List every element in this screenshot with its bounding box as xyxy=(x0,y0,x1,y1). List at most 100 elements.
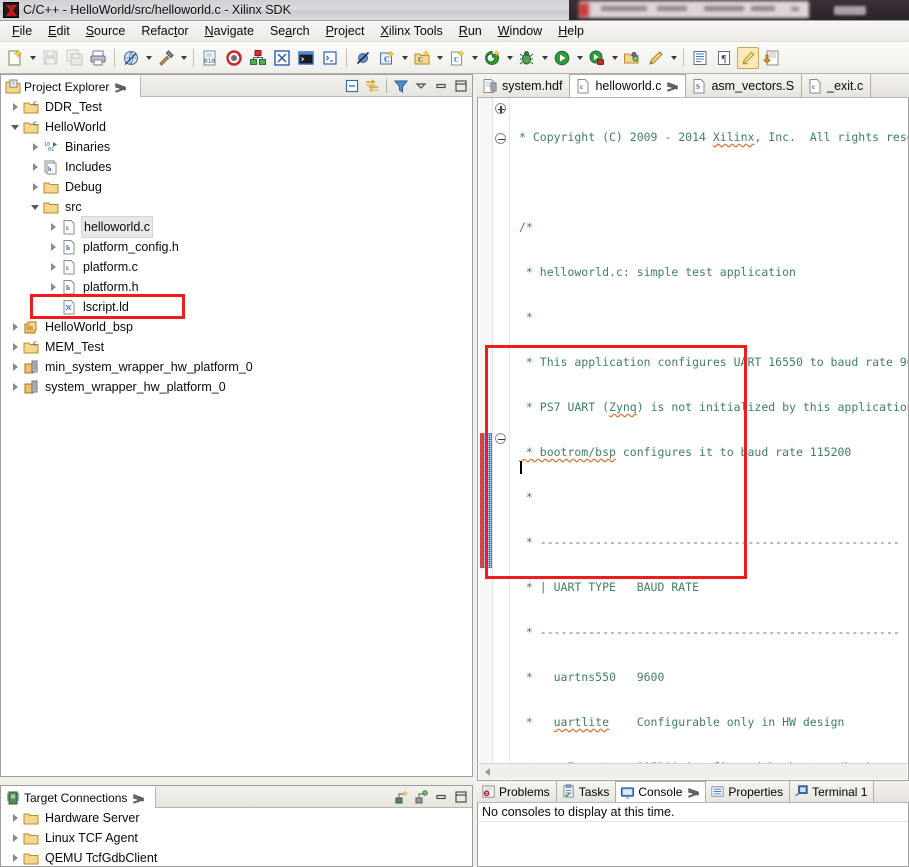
close-icon[interactable] xyxy=(115,82,126,93)
expand-arrow-icon[interactable] xyxy=(7,848,23,866)
connection-props-icon[interactable] xyxy=(412,788,430,806)
debug-green-icon[interactable] xyxy=(481,47,503,69)
build-all-dropdown-icon[interactable] xyxy=(143,47,154,69)
maximize-icon[interactable] xyxy=(452,788,470,806)
tree-item-qemu-tcfgdbclient[interactable]: QEMU TcfGdbClient xyxy=(1,848,472,866)
new-c-file-dropdown-icon[interactable] xyxy=(469,47,480,69)
profile-icon[interactable] xyxy=(586,47,608,69)
target-connections-tree[interactable]: Hardware Server Linux TCF Agent xyxy=(1,808,472,866)
new-c-folder-dropdown-icon[interactable] xyxy=(434,47,445,69)
skip-breakpoints-icon[interactable] xyxy=(352,47,374,69)
new-c-file-icon[interactable]: C xyxy=(446,47,468,69)
regenerate-bsp-icon[interactable] xyxy=(223,47,245,69)
expand-arrow-icon[interactable] xyxy=(45,277,61,297)
tab-target-connections[interactable]: Target Connections xyxy=(1,786,156,808)
program-fpga-icon[interactable]: 010 xyxy=(199,47,221,69)
tree-item-min-system-wrapper-hw-platform-0[interactable]: min_system_wrapper_hw_platform_0 xyxy=(1,357,472,377)
pencil-icon[interactable] xyxy=(645,47,667,69)
tree-item-src[interactable]: src xyxy=(1,197,472,217)
editor-tab-helloworld-c[interactable]: c helloworld.c xyxy=(570,74,686,97)
save-down-icon[interactable] xyxy=(761,47,783,69)
menu-refactor[interactable]: Refactor xyxy=(133,22,196,40)
tree-item-helloworld-bsp[interactable]: HelloWorld_bsp xyxy=(1,317,472,337)
code-text[interactable]: * Copyright (C) 2009 - 2014 Xilinx, Inc.… xyxy=(511,98,908,780)
boot-image-icon[interactable] xyxy=(247,47,269,69)
expand-arrow-icon[interactable] xyxy=(27,177,43,197)
tree-item-debug[interactable]: Debug xyxy=(1,177,472,197)
tree-item-binaries[interactable]: 10 01 Binaries xyxy=(1,137,472,157)
console-tab-console[interactable]: Console xyxy=(616,781,706,802)
console-tab-properties[interactable]: Properties xyxy=(706,781,790,802)
run-dropdown-icon[interactable] xyxy=(574,47,585,69)
tree-item-hardware-server[interactable]: Hardware Server xyxy=(1,808,472,828)
chevron-down-icon[interactable] xyxy=(412,77,430,95)
pencil-dropdown-icon[interactable] xyxy=(668,47,679,69)
outline-icon[interactable] xyxy=(689,47,711,69)
console-tab-tasks[interactable]: Tasks xyxy=(557,781,617,802)
tree-item-ddr-test[interactable]: C DDR_Test xyxy=(1,97,472,117)
bug-dropdown-icon[interactable] xyxy=(539,47,550,69)
menu-run[interactable]: Run xyxy=(451,22,490,40)
fold-collapse-icon[interactable] xyxy=(495,133,506,144)
close-icon[interactable] xyxy=(667,81,678,92)
new-c-project-dropdown-icon[interactable] xyxy=(399,47,410,69)
save-icon[interactable] xyxy=(39,47,61,69)
menu-xilinx-tools[interactable]: Xilinx Tools xyxy=(372,22,450,40)
editor-body[interactable]: * Copyright (C) 2009 - 2014 Xilinx, Inc.… xyxy=(477,98,909,781)
marker-icon[interactable] xyxy=(737,47,759,69)
scroll-left-icon[interactable] xyxy=(479,764,495,780)
xilinx-x-icon[interactable] xyxy=(271,47,293,69)
hammer-dropdown-icon[interactable] xyxy=(178,47,189,69)
menu-edit[interactable]: Edit xyxy=(40,22,78,40)
pilcrow-icon[interactable]: ¶ xyxy=(713,47,735,69)
expand-arrow-icon[interactable] xyxy=(7,97,23,117)
tree-item-mem-test[interactable]: C MEM_Test xyxy=(1,337,472,357)
menu-project[interactable]: Project xyxy=(318,22,373,40)
fold-expand-icon[interactable] xyxy=(495,103,506,114)
build-all-icon[interactable] xyxy=(120,47,142,69)
expand-arrow-icon[interactable] xyxy=(7,337,23,357)
tree-item-linux-tcf-agent[interactable]: Linux TCF Agent xyxy=(1,828,472,848)
tree-item-system-wrapper-hw-platform-0[interactable]: system_wrapper_hw_platform_0 xyxy=(1,377,472,397)
expand-arrow-icon[interactable] xyxy=(7,357,23,377)
editor-tab-asm-vectors-s[interactable]: S asm_vectors.S xyxy=(686,74,802,97)
menu-window[interactable]: Window xyxy=(490,22,550,40)
minimize-icon[interactable] xyxy=(432,788,450,806)
save-all-icon[interactable] xyxy=(63,47,85,69)
tab-project-explorer[interactable]: Project Explorer xyxy=(1,75,141,97)
expand-arrow-icon[interactable] xyxy=(45,237,61,257)
collapse-all-icon[interactable] xyxy=(343,77,361,95)
editor-horizontal-scrollbar[interactable] xyxy=(479,763,907,779)
menu-source[interactable]: Source xyxy=(78,22,134,40)
tree-item-platform-h[interactable]: h platform.h xyxy=(1,277,472,297)
hammer-icon[interactable] xyxy=(155,47,177,69)
close-icon[interactable] xyxy=(688,787,699,798)
new-file-dropdown-icon[interactable] xyxy=(27,47,38,69)
new-c-folder-icon[interactable]: C xyxy=(411,47,433,69)
menu-file[interactable]: FFileile xyxy=(4,22,40,40)
console-tab-terminal-1[interactable]: Terminal 1 xyxy=(790,781,874,802)
collapse-arrow-icon[interactable] xyxy=(27,197,43,217)
link-editor-icon[interactable] xyxy=(363,77,381,95)
run-icon[interactable] xyxy=(551,47,573,69)
print-icon[interactable] xyxy=(87,47,109,69)
expand-arrow-icon[interactable] xyxy=(45,257,61,277)
expand-arrow-icon[interactable] xyxy=(45,217,61,237)
close-icon[interactable] xyxy=(133,793,144,804)
tree-item-lscript-ld[interactable]: lscript.ld xyxy=(1,297,472,317)
expand-arrow-icon[interactable] xyxy=(27,137,43,157)
project-tree[interactable]: C DDR_Test C HelloWorld xyxy=(1,97,472,776)
fold-collapse-icon[interactable] xyxy=(495,433,506,444)
editor-folding-gutter[interactable] xyxy=(494,98,510,780)
new-connection-icon[interactable] xyxy=(392,788,410,806)
maximize-icon[interactable] xyxy=(452,77,470,95)
console-tab-problems[interactable]: Problems xyxy=(477,781,557,802)
tree-item-platform-config-h[interactable]: h platform_config.h xyxy=(1,237,472,257)
new-c-project-icon[interactable]: C xyxy=(376,47,398,69)
profile-dropdown-icon[interactable] xyxy=(609,47,620,69)
collapse-arrow-icon[interactable] xyxy=(7,117,23,137)
tree-item-helloworld-c[interactable]: c helloworld.c xyxy=(1,217,472,237)
tree-item-platform-c[interactable]: c platform.c xyxy=(1,257,472,277)
menu-search[interactable]: Search xyxy=(262,22,318,40)
filter-icon[interactable] xyxy=(392,77,410,95)
